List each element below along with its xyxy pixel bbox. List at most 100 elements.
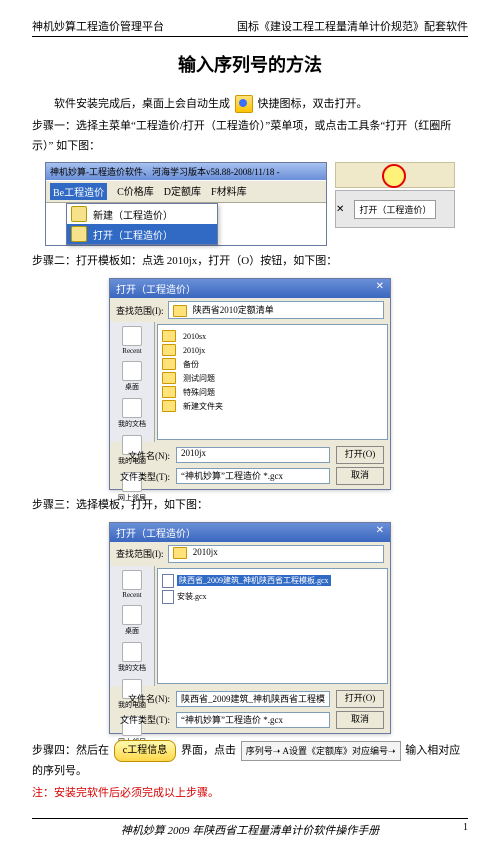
toolbar-icons <box>335 162 455 188</box>
dialog1-title-text: 打开（工程造价） <box>116 281 196 296</box>
folder-icon <box>173 305 187 317</box>
page-number: 1 <box>463 822 468 833</box>
desktop-icon <box>122 361 142 381</box>
page-title: 输入序列号的方法 <box>32 51 468 77</box>
bottom-rule <box>32 818 468 819</box>
menu-item-pricedb[interactable]: C价格库 <box>117 183 154 200</box>
dialog2-titlebar: 打开（工程造价） ✕ <box>110 523 390 542</box>
header-right: 国标《建设工程工程量清单计价规范》配套软件 <box>237 18 468 34</box>
arrow-icon: ✕ <box>336 204 344 215</box>
menu-item-quotadb[interactable]: D定额库 <box>164 183 201 200</box>
file-icon <box>162 590 174 604</box>
folder-item[interactable]: 2010jx <box>162 343 383 357</box>
place-desktop[interactable]: 桌面 <box>110 605 154 636</box>
close-icon[interactable]: ✕ <box>376 525 384 540</box>
place-mydocs[interactable]: 我的文档 <box>110 398 154 429</box>
lookin-value: 陕西省2010定额清单 <box>193 305 274 315</box>
folder-name: 新建文件夹 <box>183 401 223 412</box>
toolbar-tooltip-area: ✕ 打开（工程造价） <box>335 190 455 228</box>
folder-icon <box>162 372 176 384</box>
place-mydocs-label: 我的文档 <box>110 663 154 673</box>
place-recent[interactable]: Recent <box>110 570 154 599</box>
file-dialog-2: 打开（工程造价） ✕ 查找范围(I): 2010jx Recent 桌面 我的文… <box>109 522 391 734</box>
screenshot-step3: 打开（工程造价） ✕ 查找范围(I): 2010jx Recent 桌面 我的文… <box>32 522 468 734</box>
submenu-open[interactable]: 打开（工程造价） <box>67 224 217 244</box>
place-mydocs[interactable]: 我的文档 <box>110 642 154 673</box>
folder-item[interactable]: 备份 <box>162 357 383 371</box>
cancel-button[interactable]: 取消 <box>336 711 384 729</box>
place-desktop[interactable]: 桌面 <box>110 361 154 392</box>
menu-bar: Be工程造价 C价格库 D定额库 F材料库 <box>46 180 326 203</box>
menu-item-engineering[interactable]: Be工程造价 <box>50 183 107 200</box>
lookin-combo[interactable]: 2010jx <box>168 545 385 563</box>
open-button-highlight[interactable] <box>382 164 406 188</box>
toolbar-snippet: ✕ 打开（工程造价） <box>335 162 455 246</box>
folder-icon <box>162 358 176 370</box>
desktop-icon <box>122 605 142 625</box>
folder-item[interactable]: 2010sx <box>162 329 383 343</box>
filetype-label: 文件类型(T): <box>116 470 170 483</box>
screenshot-step2: 打开（工程造价） ✕ 查找范围(I): 陕西省2010定额清单 Recent 桌… <box>32 278 468 490</box>
filename-label: 文件名(N): <box>116 692 170 705</box>
new-file-icon <box>71 206 87 222</box>
step-2: 步骤二：打开模板如：点选 2010jx，打开（O）按钮，如下图： <box>32 252 468 272</box>
menu-item-materialdb[interactable]: F材料库 <box>211 183 247 200</box>
filetype-field[interactable]: “神机妙算”工程造价 *.gcx <box>176 468 330 484</box>
folder-icon <box>162 344 176 356</box>
shortcut-icon <box>235 95 253 113</box>
dialog2-title-text: 打开（工程造价） <box>116 525 196 540</box>
header-left: 神机妙算工程造价管理平台 <box>32 18 164 34</box>
lookin-label: 查找范围(I): <box>116 304 164 317</box>
folder-item[interactable]: 测试问题 <box>162 371 383 385</box>
file-name: 安装.gcx <box>177 591 207 602</box>
filename-label: 文件名(N): <box>116 449 170 462</box>
app-window: 神机妙算-工程造价软件、河海学习版本v58.88-2008/11/18 - Be… <box>45 162 327 246</box>
place-recent[interactable]: Recent <box>110 326 154 355</box>
screenshot-step1: 神机妙算-工程造价软件、河海学习版本v58.88-2008/11/18 - Be… <box>32 162 468 246</box>
top-rule <box>32 36 468 37</box>
recent-icon <box>122 326 142 346</box>
folder-icon <box>162 386 176 398</box>
footer-text: 神机妙算 2009 年陕西省工程量清单计价软件操作手册 <box>121 825 380 837</box>
folder-icon <box>162 330 176 342</box>
step4-text-b: 界面，点击 <box>181 745 236 757</box>
filetype-field[interactable]: “神机妙算”工程造价 *.gcx <box>176 712 330 728</box>
mydocs-icon <box>122 398 142 418</box>
intro-paragraph: 软件安装完成后，桌面上会自动生成 快捷图标，双击打开。 <box>32 95 468 115</box>
open-button[interactable]: 打开(O) <box>336 446 384 464</box>
file-list[interactable]: 2010sx 2010jx 备份 测试问题 特殊问题 新建文件夹 <box>157 324 388 440</box>
lookin-label: 查找范围(I): <box>116 547 164 560</box>
file-list[interactable]: 陕西省_2009建筑_神机陕西省工程模板.gcx 安装.gcx <box>157 568 388 684</box>
footer: 神机妙算 2009 年陕西省工程量清单计价软件操作手册 1 <box>32 822 468 838</box>
cancel-button[interactable]: 取消 <box>336 467 384 485</box>
file-item-selected[interactable]: 陕西省_2009建筑_神机陕西省工程模板.gcx <box>162 573 383 589</box>
intro-before: 软件安装完成后，桌面上会自动生成 <box>54 98 230 110</box>
file-icon <box>162 574 174 588</box>
recent-icon <box>122 570 142 590</box>
lookin-combo[interactable]: 陕西省2010定额清单 <box>168 301 385 319</box>
place-recent-label: Recent <box>110 347 154 355</box>
close-icon[interactable]: ✕ <box>376 281 384 296</box>
project-info-button[interactable]: c工程信息 <box>114 740 176 762</box>
folder-item[interactable]: 新建文件夹 <box>162 399 383 413</box>
mydocs-icon <box>122 642 142 662</box>
place-desktop-label: 桌面 <box>110 626 154 636</box>
step-1: 步骤一：选择主菜单“工程造价/打开（工程造价）”菜单项，或点击工具条“打开（红圈… <box>32 117 468 157</box>
filename-field[interactable]: 2010jx <box>176 447 330 463</box>
filename-field[interactable]: 陕西省_2009建筑_神机陕西省工程模板.gcx <box>176 691 330 707</box>
dialog2-lookin-row: 查找范围(I): 2010jx <box>110 542 390 566</box>
note-text: 注：安装完软件后必须完成以上步骤。 <box>32 784 468 804</box>
folder-icon <box>162 400 176 412</box>
file-item[interactable]: 安装.gcx <box>162 589 383 605</box>
open-button[interactable]: 打开(O) <box>336 690 384 708</box>
submenu-open-label: 打开（工程造价） <box>93 227 173 242</box>
folder-name: 特殊问题 <box>183 387 215 398</box>
step-3: 步骤三：选择模板，打开，如下图： <box>32 496 468 516</box>
step4-text-a: 步骤四：然后在 <box>32 745 109 757</box>
submenu-new[interactable]: 新建（工程造价） <box>67 204 217 224</box>
folder-name: 2010sx <box>183 332 206 341</box>
folder-item[interactable]: 特殊问题 <box>162 385 383 399</box>
places-bar: Recent 桌面 我的文档 我的电脑 网上邻居 <box>110 322 155 442</box>
open-file-icon <box>71 226 87 242</box>
serial-number-button[interactable]: 序列号➝ A设置《定额库》对应编号➝ <box>241 741 401 761</box>
